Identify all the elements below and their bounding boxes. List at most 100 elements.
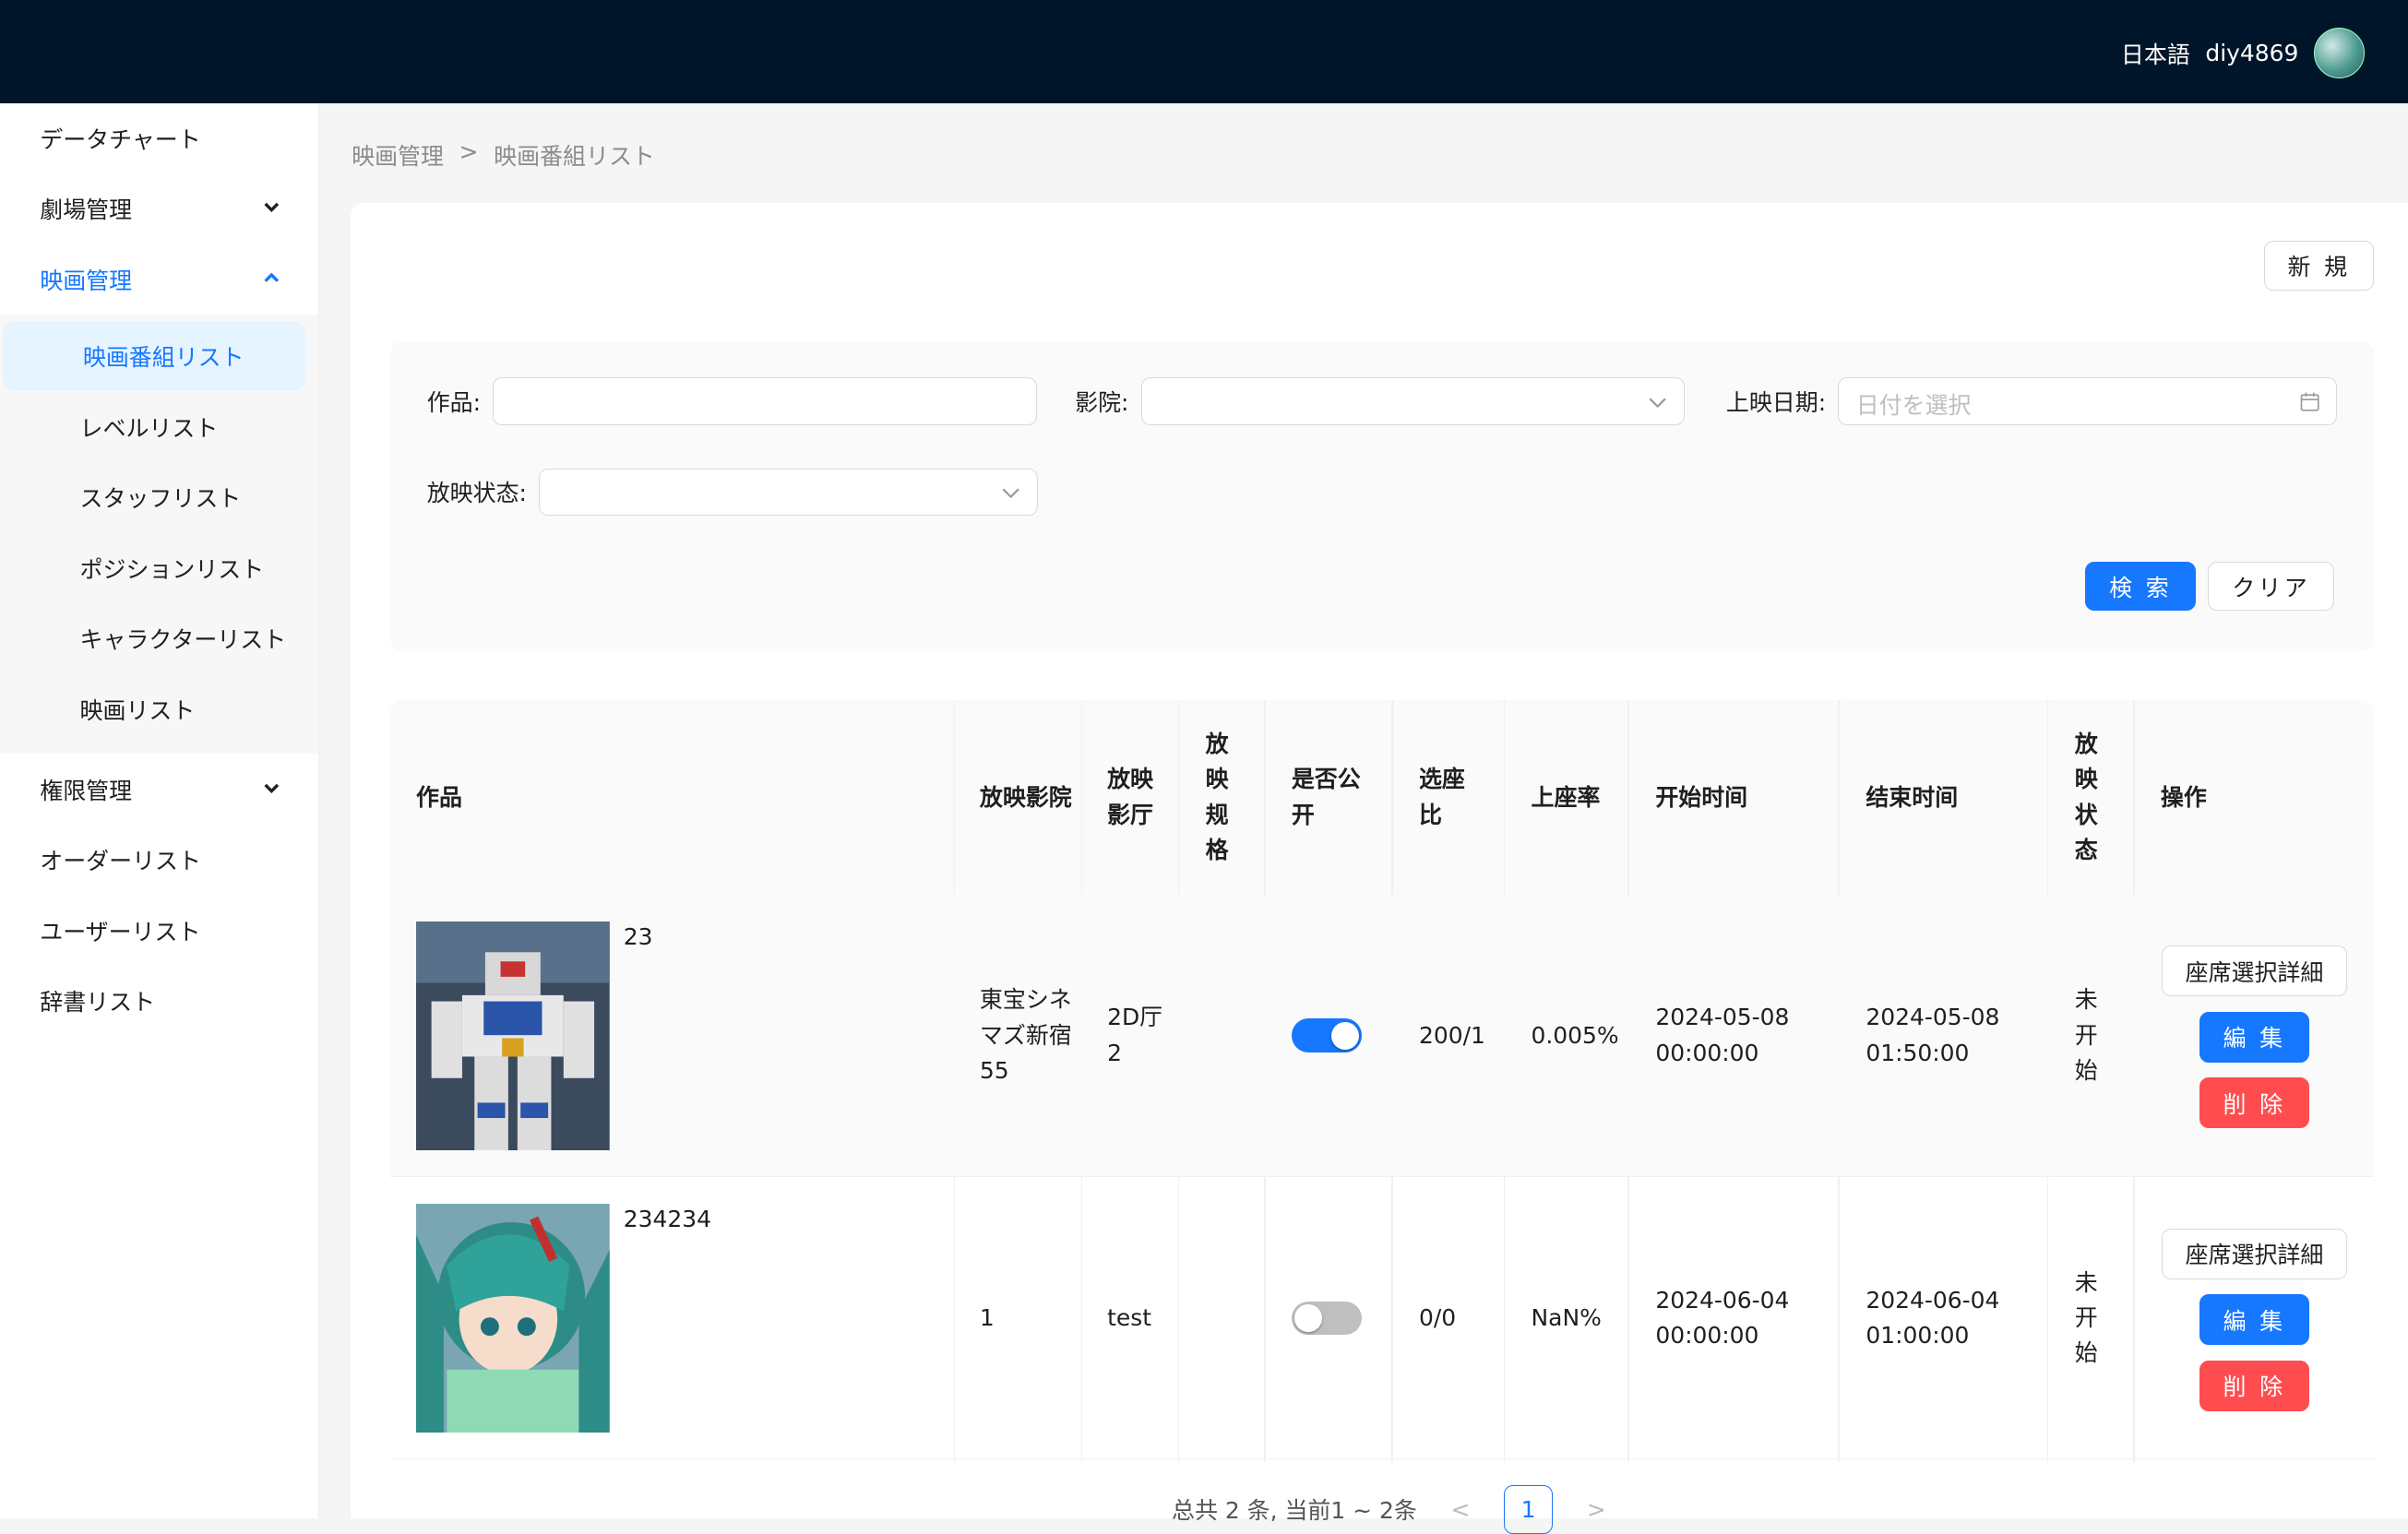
status-select[interactable]: [539, 468, 1039, 517]
sidebar-item-dictionary-list[interactable]: 辞書リスト: [0, 966, 318, 1037]
sidebar-item-theater[interactable]: 劇場管理: [0, 173, 318, 244]
header-work: 作品: [416, 783, 462, 811]
header-spec: 放映规格: [1205, 731, 1229, 863]
sidebar-item-staff-list[interactable]: スタッフリスト: [0, 462, 312, 533]
edit-button[interactable]: 編 集: [2199, 1294, 2310, 1346]
header-start: 开始时间: [1655, 783, 1748, 811]
delete-button[interactable]: 削 除: [2199, 1360, 2310, 1411]
header-hall: 放映影厅: [1107, 766, 1153, 828]
start-cell: 2024-05-08 00:00:00: [1655, 895, 1789, 1176]
date-field: 上映日期: 日付を選択: [1725, 377, 2338, 426]
seat-detail-button[interactable]: 座席選択詳細: [2161, 1228, 2348, 1279]
header-public: 是否公开: [1291, 766, 1361, 828]
avatar[interactable]: [2314, 27, 2366, 79]
end-time: 01:50:00: [1866, 1039, 1970, 1066]
sidebar-item-data-chart[interactable]: データチャート: [0, 103, 318, 174]
work-label: 作品:: [426, 389, 482, 417]
header-seat-ratio: 选座比: [1418, 766, 1465, 828]
sidebar-item-label: データチャート: [40, 125, 201, 153]
sidebar-item-label: レベルリスト: [79, 414, 219, 442]
sidebar-item-label: 映画管理: [40, 267, 133, 294]
end-cell: 2024-06-04 01:00:00: [1866, 1178, 1999, 1459]
page-1-button[interactable]: 1: [1504, 1484, 1554, 1534]
cinema-select[interactable]: [1140, 377, 1685, 426]
header-user-area: 日本語 diy4869: [2121, 27, 2366, 79]
sidebar-item-label: 劇場管理: [40, 196, 133, 224]
movie-title: 23: [623, 923, 653, 951]
breadcrumb: 映画管理 > 映画番組リスト: [352, 138, 655, 172]
sidebar-item-order-list[interactable]: オーダーリスト: [0, 825, 318, 896]
end-cell: 2024-05-08 01:50:00: [1866, 895, 1999, 1176]
table-row: 23 東宝シネマズ新宿55 2D厅2 200/1 0.005% 2024-05-…: [389, 895, 2375, 1177]
occupancy-cell: NaN%: [1531, 1303, 1602, 1331]
public-toggle[interactable]: [1291, 1018, 1363, 1052]
toggle-knob: [1294, 1303, 1323, 1332]
content-card: 新 規 作品: 影院: 上映日期: 日付を選択 放映状态: 検 索 クリア 作品…: [350, 202, 2408, 1534]
sidebar-item-label: スタッフリスト: [79, 485, 242, 513]
status-field: 放映状态:: [427, 468, 1039, 517]
date-label: 上映日期:: [1725, 389, 1827, 417]
new-button[interactable]: 新 規: [2263, 241, 2375, 291]
start-time: 00:00:00: [1655, 1039, 1759, 1066]
edit-button[interactable]: 編 集: [2199, 1011, 2310, 1063]
seat-detail-button[interactable]: 座席選択詳細: [2161, 945, 2348, 997]
row-actions: 座席選択詳細 編 集 削 除: [2161, 945, 2348, 1129]
start-date: 2024-05-08: [1655, 1004, 1790, 1031]
seat-ratio-cell: 200/1: [1418, 1021, 1485, 1049]
clear-button[interactable]: クリア: [2208, 562, 2335, 612]
sidebar-item-character-list[interactable]: キャラクターリスト: [0, 603, 312, 674]
chevron-down-icon: [264, 203, 280, 213]
sidebar-item-label: 映画番組リスト: [82, 344, 244, 372]
row-actions: 座席選択詳細 編 集 削 除: [2161, 1228, 2348, 1411]
public-toggle[interactable]: [1291, 1301, 1363, 1336]
table-header: 作品 放映影院 放映影厅 放映规格 是否公开 选座比 上座率 开始时间 结束时间…: [389, 700, 2375, 897]
cinema-cell: 東宝シネマズ新宿55: [979, 986, 1072, 1084]
sidebar-item-label: 映画リスト: [79, 696, 196, 724]
breadcrumb-current: 映画番組リスト: [494, 142, 655, 170]
work-input[interactable]: [493, 377, 1037, 426]
next-page-button[interactable]: >: [1587, 1496, 1606, 1523]
cinema-cell: 1: [979, 1303, 995, 1331]
table-row: 234234 1 test 0/0 NaN% 2024-06-04 00:00:…: [389, 1178, 2375, 1460]
header-occupancy: 上座率: [1531, 783, 1601, 811]
sidebar-item-label: 辞書リスト: [40, 989, 156, 1017]
date-picker[interactable]: 日付を選択: [1838, 377, 2338, 426]
sidebar-item-user-list[interactable]: ユーザーリスト: [0, 895, 318, 966]
username[interactable]: diy4869: [2205, 40, 2298, 66]
sidebar-item-permission[interactable]: 権限管理: [0, 754, 318, 825]
sidebar-item-movie-list[interactable]: 映画リスト: [0, 674, 312, 745]
cinema-label: 影院:: [1075, 389, 1129, 417]
pagination-summary: 总共 2 条, 当前1 ~ 2条: [1172, 1497, 1417, 1525]
search-button[interactable]: 検 索: [2085, 562, 2196, 612]
sidebar-item-movie[interactable]: 映画管理: [0, 244, 318, 315]
chevron-down-icon: [1649, 398, 1666, 408]
sidebar-item-position-list[interactable]: ポジションリスト: [0, 533, 312, 604]
delete-button[interactable]: 削 除: [2199, 1077, 2310, 1129]
occupancy-cell: 0.005%: [1531, 1021, 1619, 1049]
seat-ratio-cell: 0/0: [1418, 1303, 1457, 1331]
header-cinema: 放映影院: [979, 783, 1072, 811]
sidebar-item-label: 権限管理: [40, 777, 133, 804]
search-actions: 検 索 クリア: [2085, 562, 2335, 612]
calendar-icon: [2301, 392, 2320, 411]
end-date: 2024-06-04: [1866, 1286, 2000, 1314]
sidebar-item-program-list[interactable]: 映画番組リスト: [3, 320, 306, 392]
prev-page-button[interactable]: <: [1450, 1496, 1470, 1523]
cinema-field: 影院:: [1075, 377, 1685, 426]
header-status: 放映状态: [2074, 731, 2098, 863]
end-time: 01:00:00: [1866, 1321, 1970, 1349]
sidebar-item-label: ユーザーリスト: [40, 918, 201, 945]
sidebar-item-level-list[interactable]: レベルリスト: [0, 391, 312, 462]
breadcrumb-parent[interactable]: 映画管理: [352, 138, 444, 172]
hall-cell: test: [1107, 1303, 1151, 1331]
end-date: 2024-05-08: [1866, 1004, 2000, 1031]
header-ops: 操作: [2160, 783, 2207, 811]
pagination: 总共 2 条, 当前1 ~ 2条 < 1 >: [1172, 1484, 1606, 1534]
start-date: 2024-06-04: [1655, 1286, 1790, 1314]
sidebar-item-label: キャラクターリスト: [79, 626, 287, 654]
language-switch[interactable]: 日本語: [2121, 37, 2190, 70]
movie-poster-robot: [416, 921, 610, 1150]
sidebar: データチャート 劇場管理 映画管理 映画番組リスト レベルリスト スタッフリスト…: [0, 102, 319, 1519]
top-header: 日本語 diy4869: [0, 0, 2408, 103]
search-panel: 作品: 影院: 上映日期: 日付を選択 放映状态: 検 索 クリア: [389, 340, 2375, 651]
